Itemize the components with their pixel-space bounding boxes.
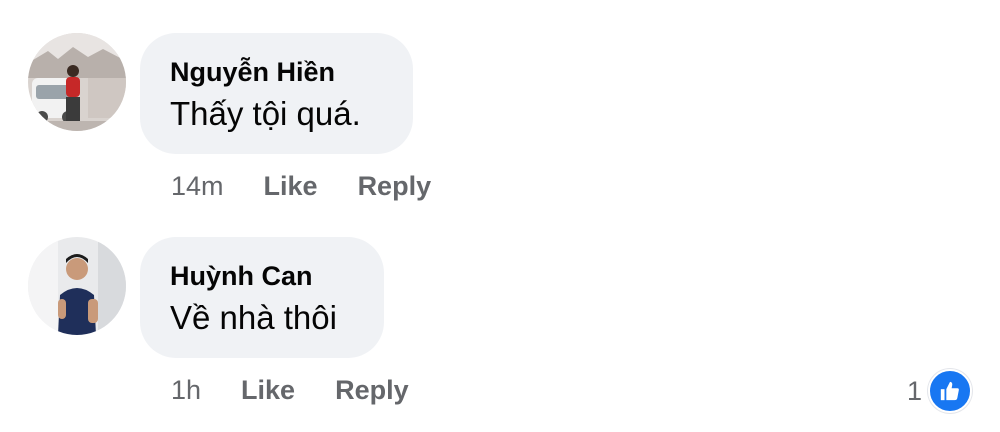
reply-button[interactable]: Reply <box>335 375 409 406</box>
reaction-count: 1 <box>906 375 922 406</box>
comment-author[interactable]: Nguyễn Hiền <box>170 53 383 91</box>
comment-thread: Nguyễn Hiền Thấy tội quá. 14m Like Reply… <box>0 0 1000 432</box>
comment-author[interactable]: Huỳnh Can <box>170 257 354 295</box>
thumbs-up-icon <box>928 369 972 413</box>
like-button[interactable]: Like <box>264 171 318 202</box>
comment-time[interactable]: 1h <box>171 375 201 406</box>
avatar-photo-icon <box>28 33 126 131</box>
avatar[interactable] <box>28 33 126 131</box>
comment-actions: 14m Like Reply <box>171 168 431 204</box>
comment-bubble: Nguyễn Hiền Thấy tội quá. <box>140 33 413 154</box>
like-button[interactable]: Like <box>241 375 295 406</box>
comment-bubble: Huỳnh Can Về nhà thôi <box>140 237 384 358</box>
comment-text: Về nhà thôi <box>170 299 337 336</box>
avatar-photo-icon <box>28 237 126 335</box>
comment-actions: 1h Like Reply <box>171 372 409 408</box>
avatar[interactable] <box>28 237 126 335</box>
comment-time[interactable]: 14m <box>171 171 224 202</box>
comment-text: Thấy tội quá. <box>170 95 361 132</box>
reaction-summary[interactable]: 1 <box>907 369 972 413</box>
reply-button[interactable]: Reply <box>358 171 432 202</box>
